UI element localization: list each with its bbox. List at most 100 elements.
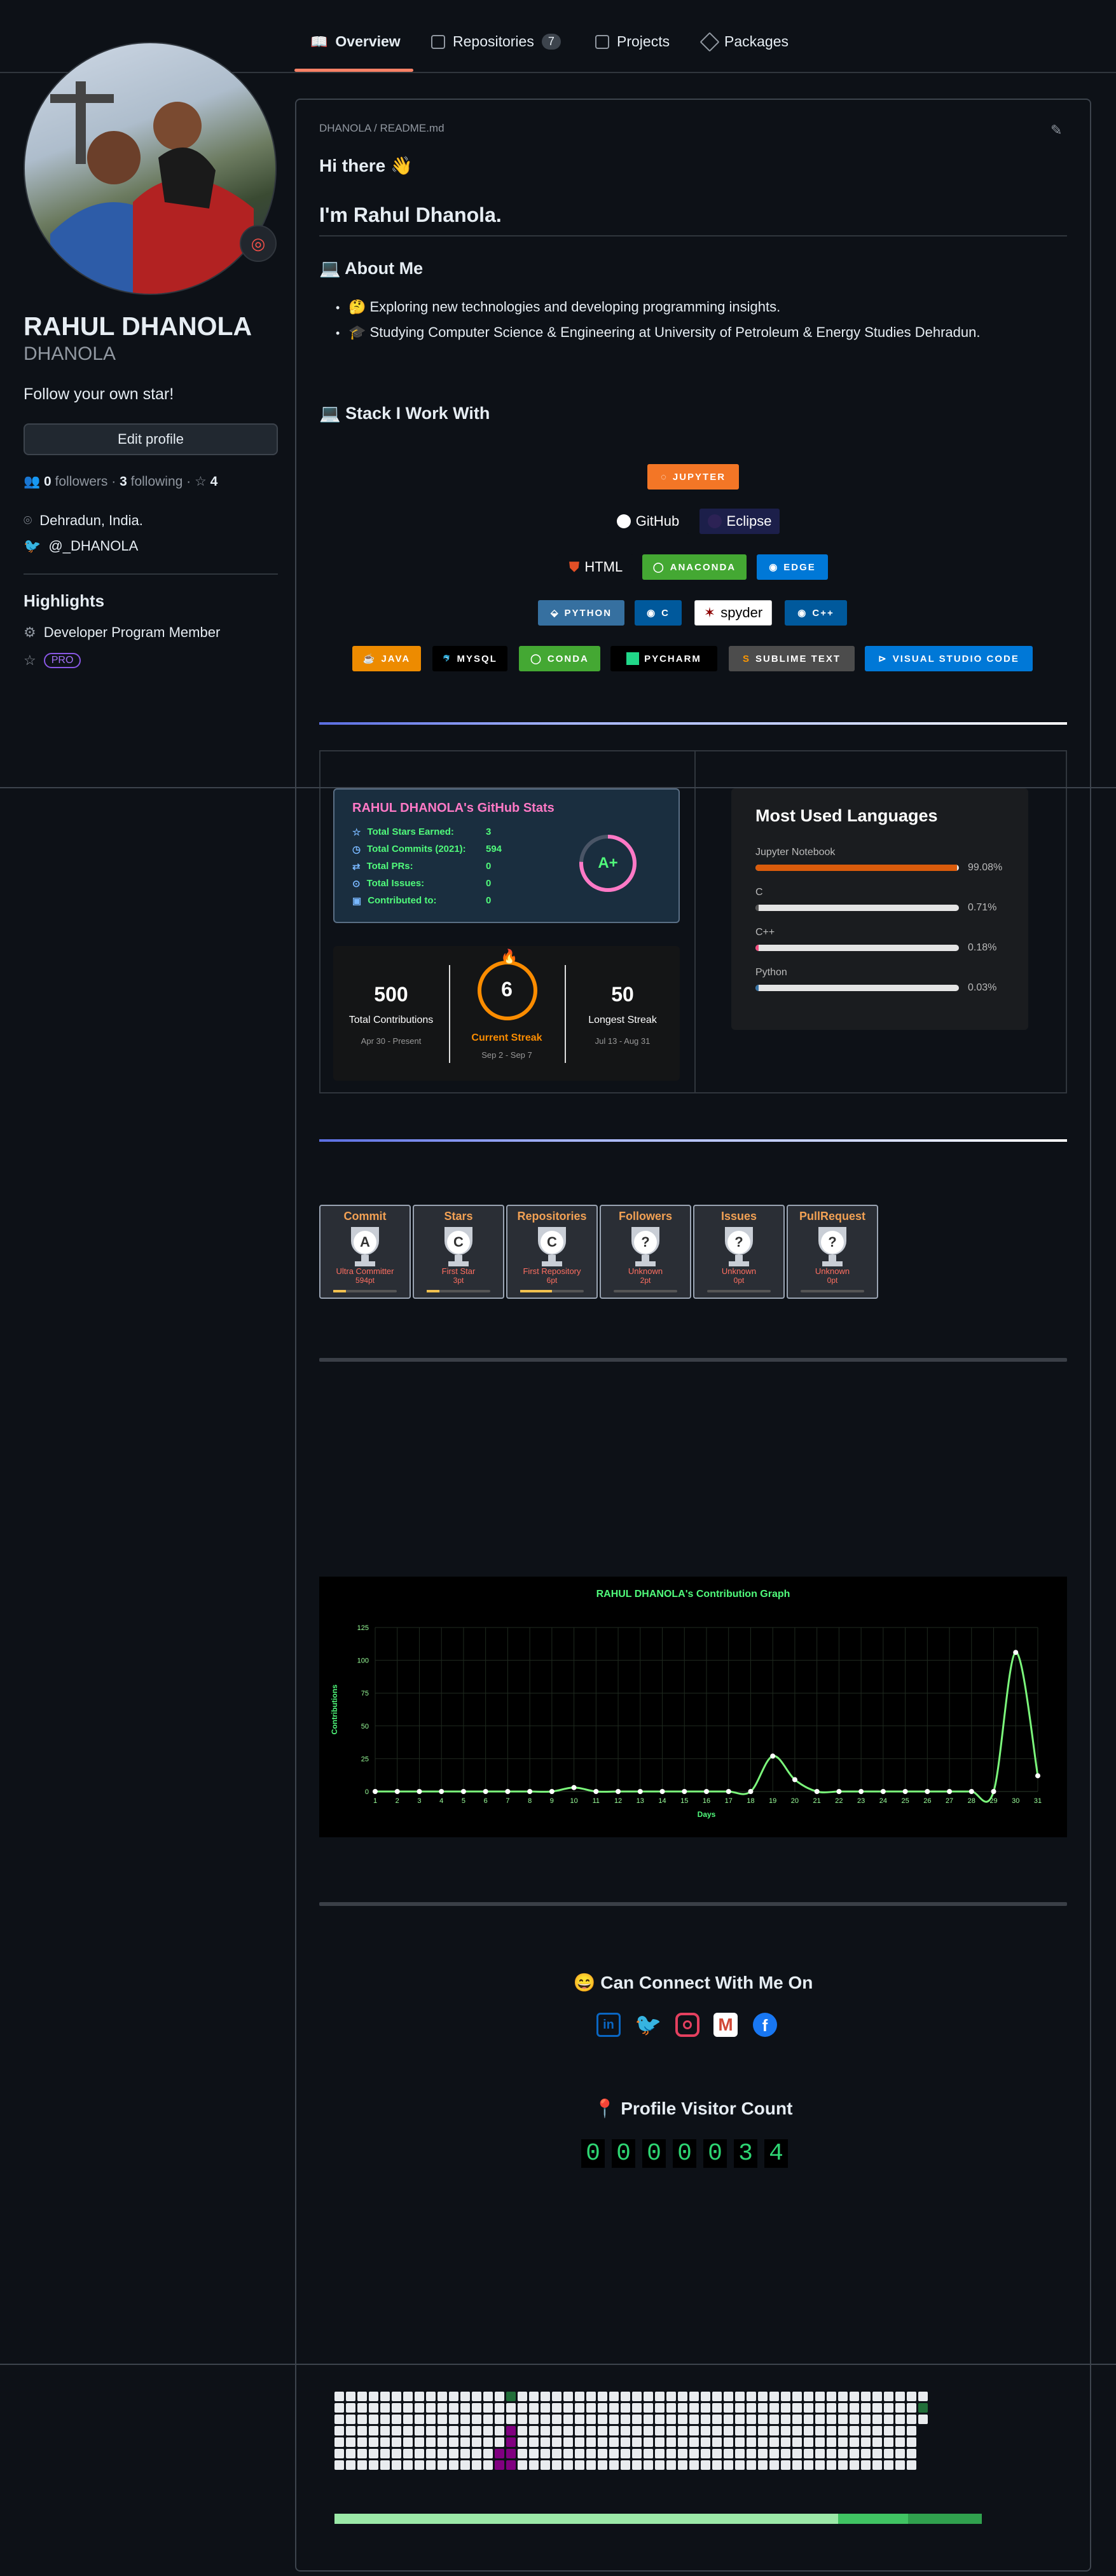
stat-label: Total PRs: — [366, 861, 413, 872]
contribution-cell — [861, 2403, 871, 2413]
contribution-cell — [609, 2392, 619, 2401]
pencil-icon[interactable]: ✎ — [1051, 122, 1062, 139]
contribution-cell — [666, 2460, 676, 2470]
tab-repositories[interactable]: Repositories 7 — [431, 33, 561, 50]
contribution-cell — [392, 2392, 401, 2401]
stat-row-commits: ◷ Total Commits (2021): 594 — [352, 844, 518, 855]
anaconda-icon: ◯ — [652, 562, 665, 573]
trophy-progress — [707, 1290, 771, 1292]
badge-pycharm: PYCHARM — [610, 646, 717, 671]
data-point — [748, 1789, 754, 1794]
star-icon: ☆ — [195, 474, 207, 489]
linkedin-icon[interactable]: in — [596, 2013, 621, 2037]
breadcrumb-file[interactable]: README — [380, 122, 426, 134]
contribution-cell — [426, 2426, 436, 2436]
trophy-progress — [614, 1290, 677, 1292]
contribution-cell — [769, 2449, 779, 2458]
contribution-cell — [678, 2426, 687, 2436]
html5-icon: ⛊ — [568, 559, 580, 575]
contribution-cell — [884, 2437, 893, 2447]
about-item-1: 🤔 Exploring new technologies and develop… — [348, 299, 781, 315]
edit-profile-button[interactable]: Edit profile — [24, 423, 278, 455]
gmail-icon[interactable]: M — [713, 2013, 738, 2037]
contribution-cell — [449, 2415, 458, 2424]
contribution-cell — [712, 2460, 722, 2470]
twitter-row[interactable]: 🐦 @_DHANOLA — [24, 538, 138, 554]
contribution-cell — [792, 2403, 802, 2413]
badge-edge: ◉ EDGE — [757, 554, 828, 580]
instagram-icon[interactable] — [675, 2013, 699, 2037]
contribution-cell — [701, 2403, 710, 2413]
contribution-cell — [850, 2426, 859, 2436]
data-point — [505, 1789, 511, 1794]
contribution-cell — [827, 2437, 836, 2447]
contribution-cell — [460, 2437, 470, 2447]
trophy-followers: Followers ? Unknown 2pt — [600, 1205, 691, 1299]
contribution-cell — [518, 2415, 527, 2424]
profile-name: RAHUL DHANOLA — [24, 312, 252, 341]
contribution-cell — [712, 2392, 722, 2401]
contribution-cell — [644, 2426, 653, 2436]
contribution-cell — [495, 2460, 504, 2470]
tab-overview[interactable]: 📖 Overview — [310, 33, 401, 50]
contribution-cell — [747, 2460, 756, 2470]
contribution-cell — [678, 2449, 687, 2458]
contribution-cell — [415, 2437, 424, 2447]
contribution-cell — [518, 2403, 527, 2413]
streak-divider — [565, 965, 566, 1063]
contribution-cell — [724, 2437, 733, 2447]
highlight-developer-program[interactable]: ⚙ Developer Program Member — [24, 624, 220, 641]
following-link[interactable]: 3 following — [120, 474, 183, 489]
trophy-cup-icon: ? — [720, 1227, 758, 1266]
breadcrumb-user[interactable]: DHANOLA — [319, 122, 371, 134]
conda-icon: ◯ — [530, 654, 542, 664]
stars-link[interactable]: ☆ 4 — [195, 474, 217, 489]
package-icon — [699, 31, 720, 52]
contribution-cell — [586, 2426, 596, 2436]
contribution-cell — [541, 2415, 550, 2424]
x-tick-label: 11 — [593, 1797, 600, 1805]
badge-label: HTML — [584, 559, 623, 575]
contribution-cell — [872, 2426, 882, 2436]
trophy-cup-icon: A — [346, 1227, 384, 1266]
contribution-cell — [769, 2437, 779, 2447]
trophy-issues: Issues ? Unknown 0pt — [693, 1205, 785, 1299]
pycharm-icon — [626, 652, 640, 665]
contribution-cell — [369, 2437, 378, 2447]
badge-spyder: ✶ spyder — [694, 600, 772, 626]
longest-streak-range: Jul 13 - Aug 31 — [595, 1036, 651, 1046]
tab-projects[interactable]: Projects — [595, 33, 670, 50]
badge-label: CONDA — [547, 653, 589, 664]
contribution-cell — [724, 2415, 733, 2424]
visitor-digit: 3 — [734, 2139, 757, 2168]
followers-link[interactable]: 0 followers — [44, 474, 107, 489]
snake-progress-dark — [908, 2514, 982, 2524]
contribution-cell — [598, 2460, 607, 2470]
status-emoji-button[interactable]: ◎ — [240, 225, 277, 262]
avatar-photo — [50, 81, 254, 294]
contribution-cell — [415, 2460, 424, 2470]
data-point — [439, 1789, 444, 1794]
contribution-cell — [689, 2392, 699, 2401]
contribution-cell — [460, 2415, 470, 2424]
twitter-icon[interactable]: 🐦 — [635, 2013, 661, 2037]
longest-streak-label: Longest Streak — [588, 1015, 657, 1025]
language-bar-fill — [755, 985, 759, 991]
tab-packages[interactable]: Packages — [699, 31, 789, 52]
readme-breadcrumb: DHANOLA / README.md — [319, 122, 444, 135]
contribution-cell — [758, 2392, 768, 2401]
contribution-cell — [872, 2460, 882, 2470]
contribution-cell — [666, 2437, 676, 2447]
contribution-cell — [678, 2392, 687, 2401]
y-axis-label: Contributions — [330, 1684, 339, 1734]
data-point — [394, 1789, 400, 1794]
avatar[interactable] — [24, 42, 277, 295]
facebook-icon[interactable]: f — [753, 2013, 777, 2037]
contribution-cell — [563, 2426, 573, 2436]
twitter-handle[interactable]: @_DHANOLA — [48, 538, 138, 554]
contribution-cell — [346, 2426, 355, 2436]
contribution-cell — [529, 2426, 539, 2436]
contribution-cell — [907, 2403, 916, 2413]
contribution-cell — [346, 2449, 355, 2458]
contribution-cell — [495, 2449, 504, 2458]
